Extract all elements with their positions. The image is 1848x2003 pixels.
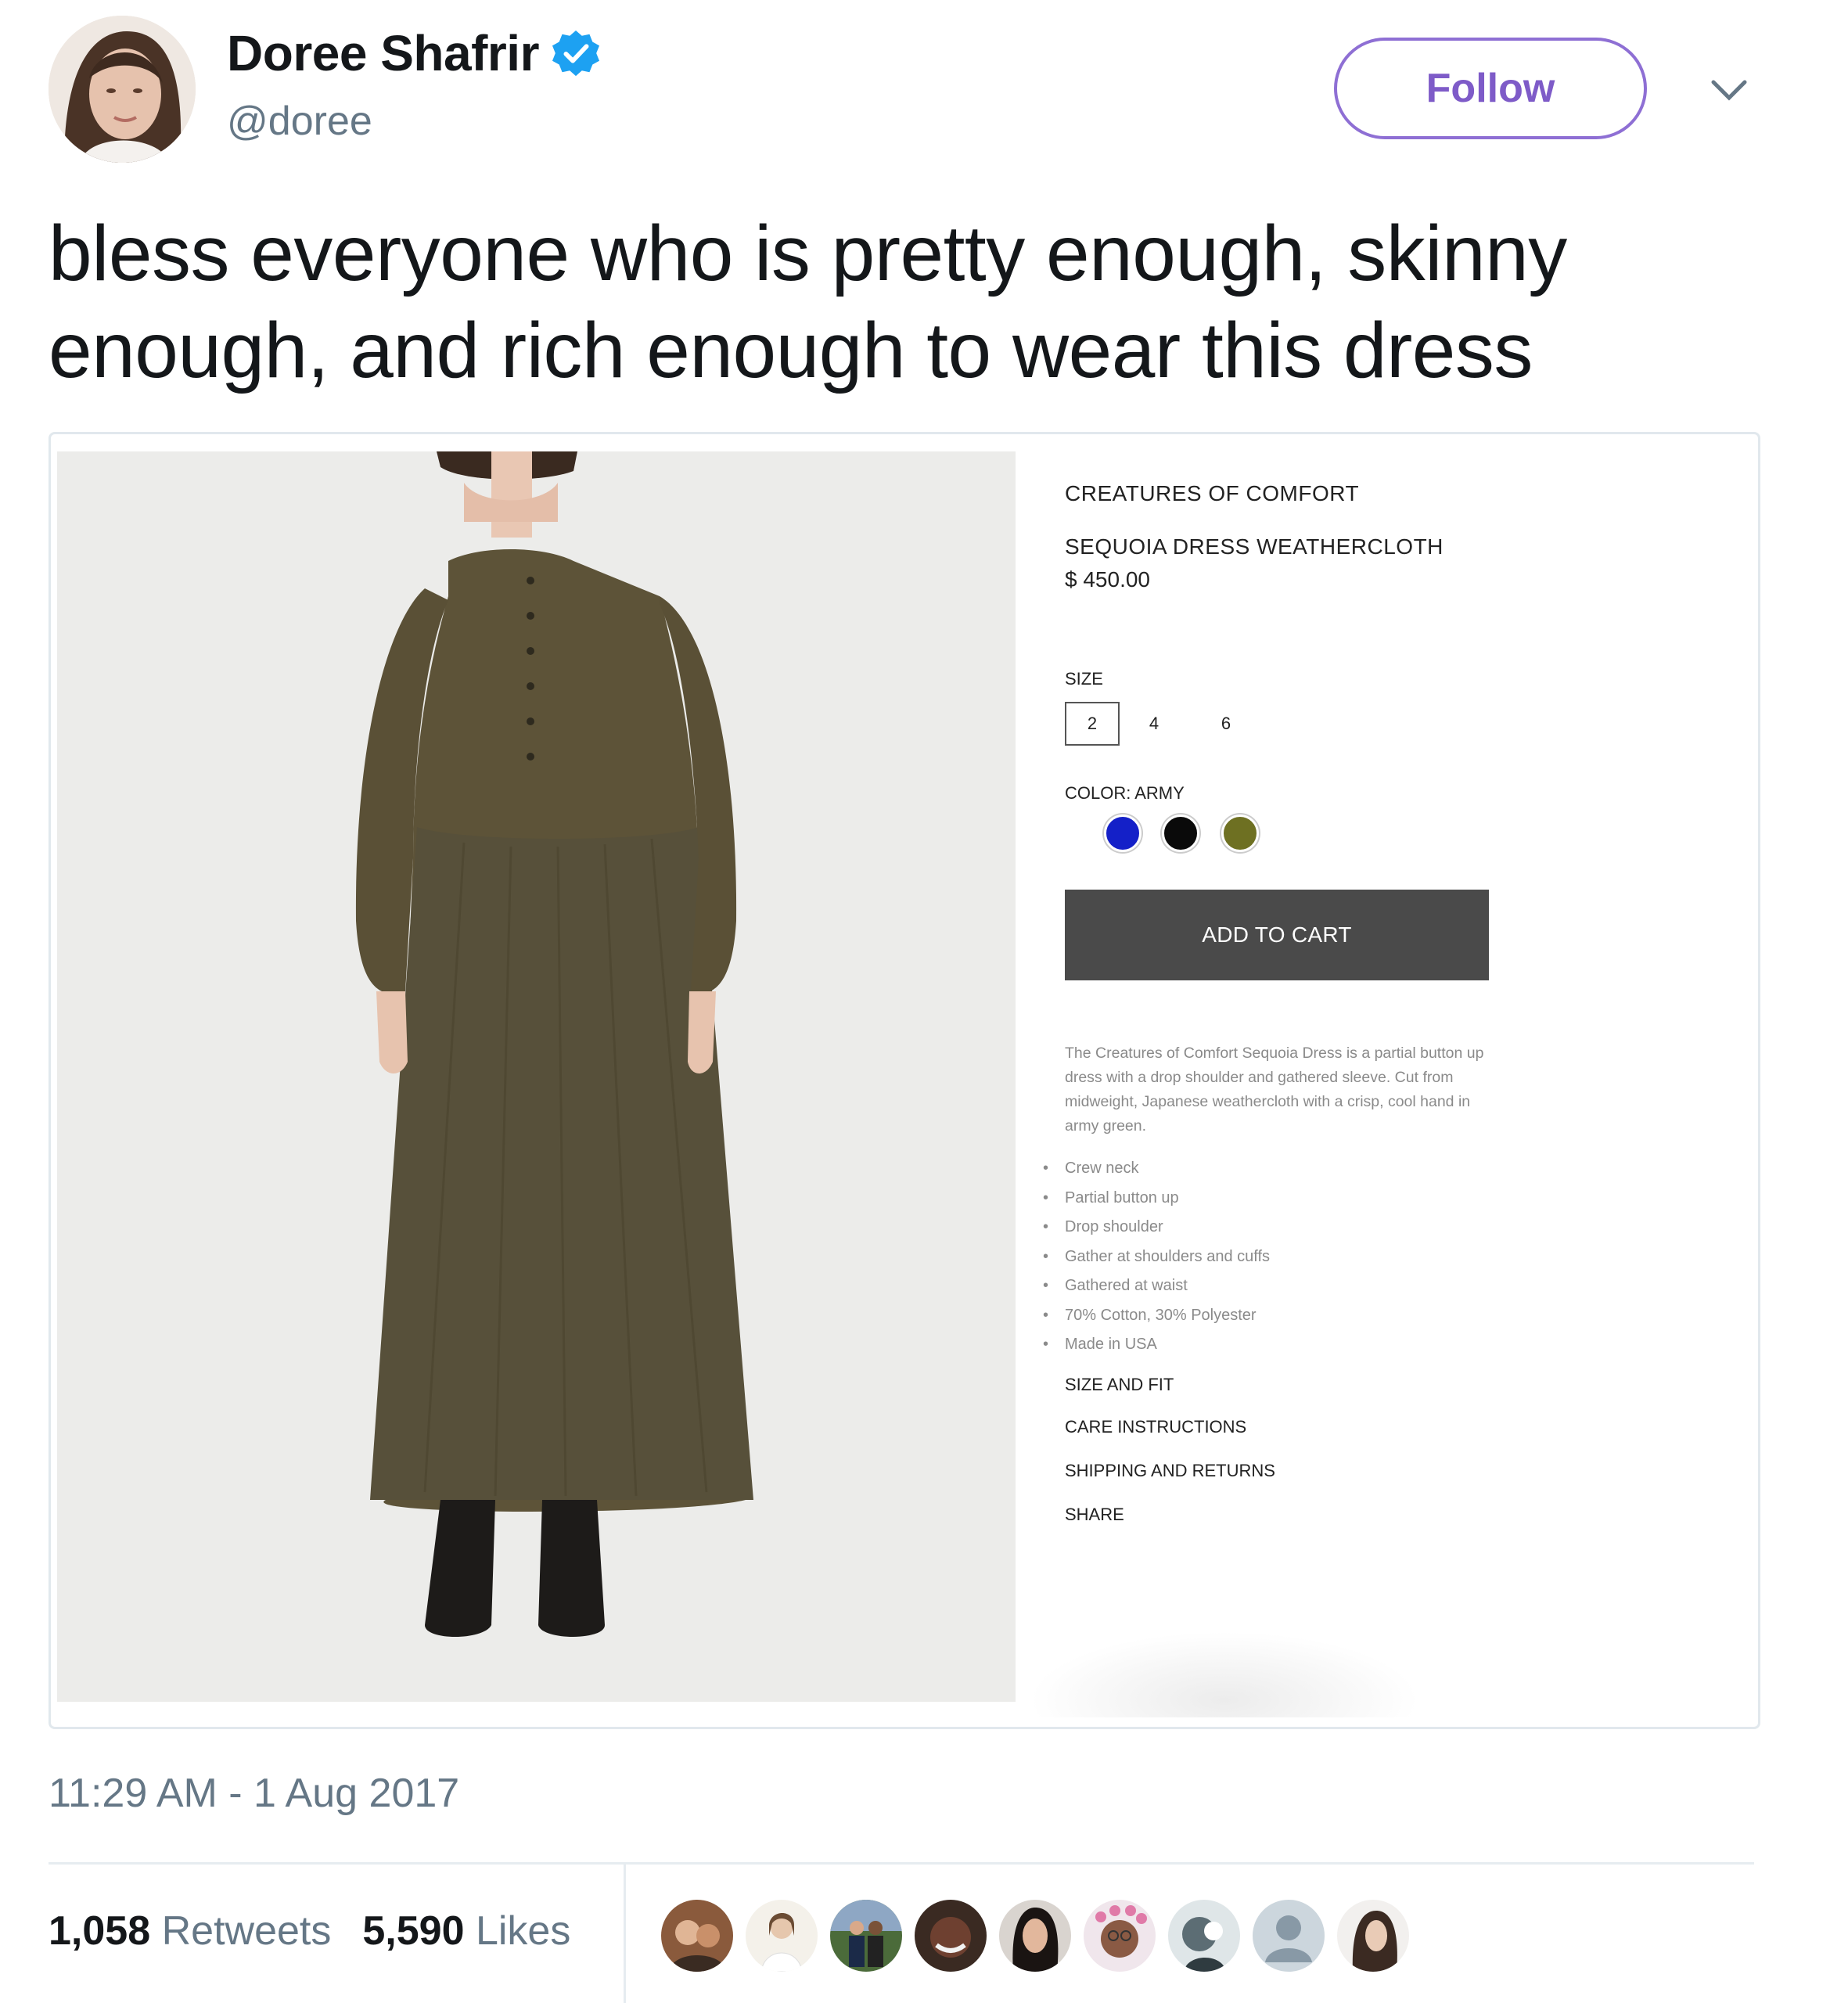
author-handle[interactable]: @doree (227, 98, 372, 145)
tweet-text: bless everyone who is pretty enough, ski… (49, 210, 1567, 394)
size-and-fit-link[interactable]: SIZE AND FIT (1065, 1375, 1174, 1395)
retweets-stat[interactable]: 1,058 Retweets (49, 1908, 331, 1954)
liker-avatar[interactable] (746, 1900, 818, 1972)
avatar-image (49, 16, 196, 163)
feature-item: Gathered at waist (1043, 1271, 1270, 1301)
liker-avatar[interactable] (1337, 1900, 1409, 1972)
feature-item: Made in USA (1043, 1330, 1270, 1360)
liker-avatar[interactable] (1168, 1900, 1240, 1972)
footer-divider (49, 1862, 1754, 1865)
tweet-stats: 1,058 Retweets 5,590 Likes (49, 1908, 570, 1954)
care-instructions-link[interactable]: CARE INSTRUCTIONS (1065, 1417, 1246, 1437)
tweet-media-card[interactable]: CREATURES OF COMFORT SEQUOIA DRESS WEATH… (49, 432, 1760, 1729)
follow-button[interactable]: Follow (1334, 38, 1647, 139)
size-label: SIZE (1065, 669, 1103, 689)
color-swatch-army[interactable] (1221, 815, 1259, 852)
liker-avatar[interactable] (830, 1900, 902, 1972)
liker-avatar[interactable] (661, 1900, 733, 1972)
author-name-row: Doree Shafrir (227, 22, 600, 85)
liker-avatar[interactable] (1084, 1900, 1156, 1972)
author-display-name[interactable]: Doree Shafrir (227, 24, 539, 82)
retweets-label: Retweets (161, 1908, 332, 1954)
stats-divider (624, 1865, 626, 2003)
color-swatch-blue[interactable] (1104, 815, 1142, 852)
author-avatar[interactable] (49, 16, 196, 163)
card-shadow (1029, 1631, 1420, 1717)
feature-list: Crew neck Partial button up Drop shoulde… (1043, 1154, 1270, 1360)
product-brand[interactable]: CREATURES OF COMFORT (1065, 481, 1359, 506)
liker-avatar[interactable] (999, 1900, 1071, 1972)
size-option-2[interactable]: 2 (1065, 702, 1120, 746)
product-description: The Creatures of Comfort Sequoia Dress i… (1065, 1045, 1484, 1135)
feature-item: Drop shoulder (1043, 1213, 1270, 1242)
shipping-returns-link[interactable]: SHIPPING AND RETURNS (1065, 1461, 1275, 1481)
product-name: SEQUOIA DRESS WEATHERCLOTH (1065, 534, 1444, 559)
color-swatch-black[interactable] (1162, 815, 1199, 852)
feature-item: Crew neck (1043, 1154, 1270, 1184)
chevron-down-icon[interactable] (1706, 67, 1753, 113)
feature-item: Partial button up (1043, 1184, 1270, 1214)
liker-avatar[interactable] (915, 1900, 987, 1972)
add-to-cart-button[interactable]: ADD TO CART (1065, 890, 1489, 980)
likes-stat[interactable]: 5,590 Likes (362, 1908, 570, 1954)
product-price: $ 450.00 (1065, 567, 1150, 592)
product-photo (57, 451, 1016, 1702)
likes-label: Likes (475, 1908, 571, 1954)
size-option-6[interactable]: 6 (1210, 702, 1242, 746)
liker-avatars (661, 1900, 1409, 1972)
liker-avatar[interactable] (1253, 1900, 1325, 1972)
retweets-count: 1,058 (49, 1908, 151, 1954)
verified-badge-icon (552, 30, 599, 77)
size-option-4[interactable]: 4 (1138, 702, 1170, 746)
feature-item: 70% Cotton, 30% Polyester (1043, 1301, 1270, 1331)
color-label: COLOR: ARMY (1065, 783, 1185, 803)
feature-item: Gather at shoulders and cuffs (1043, 1242, 1270, 1272)
tweet-timestamp[interactable]: 11:29 AM - 1 Aug 2017 (49, 1770, 459, 1817)
share-link[interactable]: SHARE (1065, 1505, 1124, 1525)
likes-count: 5,590 (362, 1908, 465, 1954)
